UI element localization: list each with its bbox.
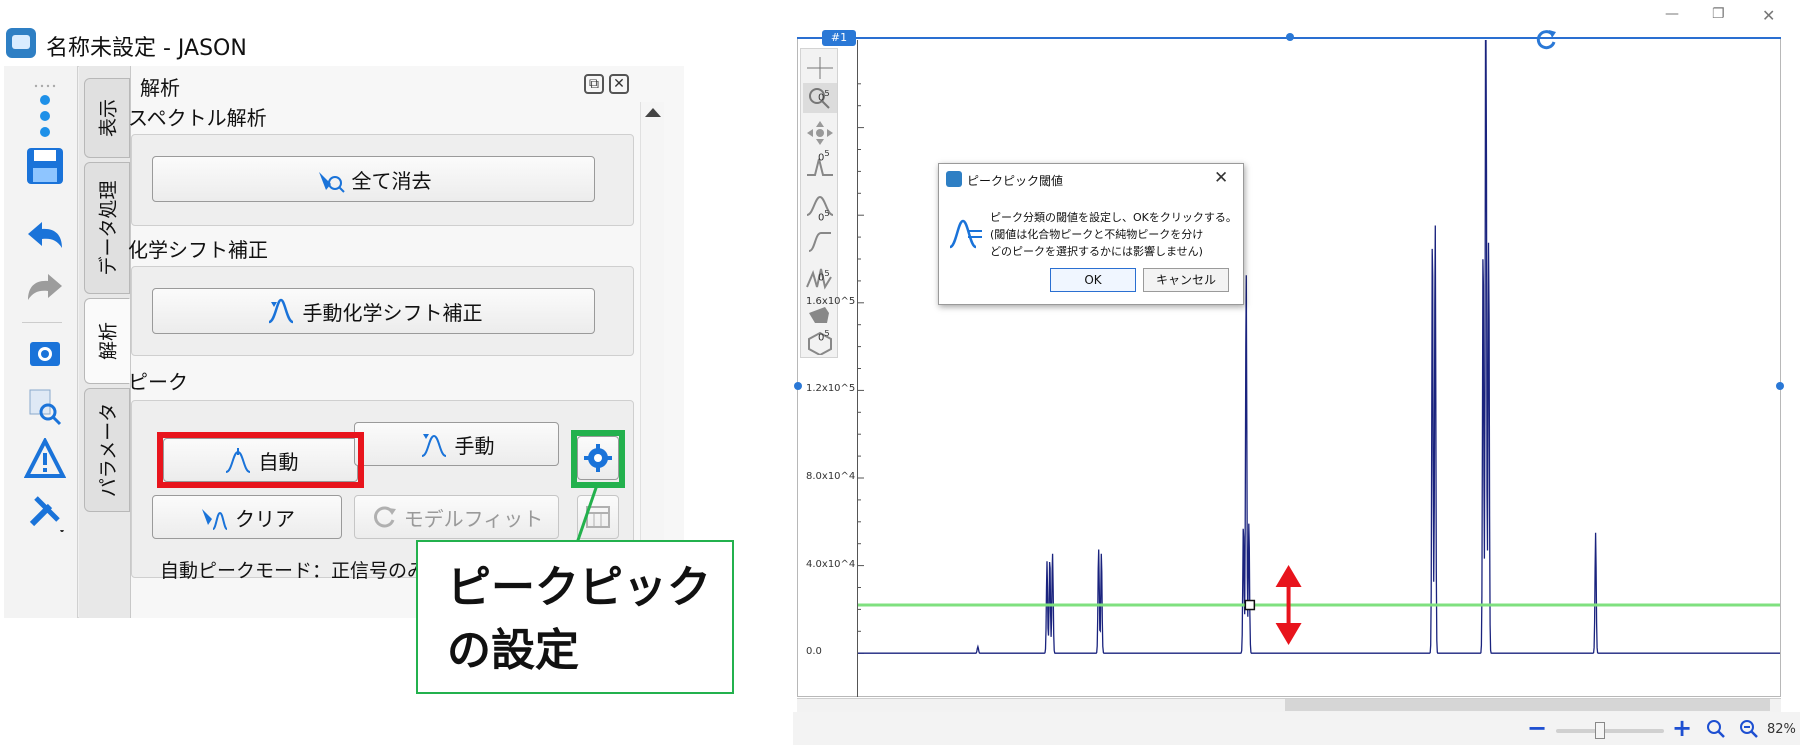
restore-window-button[interactable]: ❐ <box>1712 6 1725 22</box>
close-panel-button[interactable]: ✕ <box>609 74 629 94</box>
zoom-slider[interactable] <box>1556 729 1664 733</box>
screenshot-icon[interactable] <box>24 332 66 372</box>
auto-peak-mode-text: 自動ピークモード：正信号のみ <box>160 560 427 582</box>
minimize-window-button[interactable]: — <box>1665 6 1679 22</box>
callout-connector <box>575 485 599 543</box>
manual-peak-button[interactable]: 手動 <box>354 422 559 466</box>
dialog-cancel-button[interactable]: キャンセル <box>1143 268 1229 292</box>
crosshair-icon[interactable] <box>805 55 835 81</box>
manual-shift-button[interactable]: 手動化学シフト補正 <box>152 288 595 334</box>
dialog-title: ピークピック閾値 <box>967 174 1064 188</box>
tab-parameters[interactable]: パラメータ <box>84 388 130 512</box>
y-tick-label: 8.0x10^4 <box>806 471 856 482</box>
zoom-fit-icon[interactable] <box>1705 718 1727 740</box>
float-panel-button[interactable]: ⧉ <box>584 74 604 94</box>
clear-all-button[interactable]: 全て消去 <box>152 156 595 202</box>
clear-all-icon <box>318 172 345 193</box>
y-tick-label: 4.0x10^4 <box>806 558 856 570</box>
y-tick-label-clipped-3: 05 <box>818 208 830 224</box>
section-label-shift: 化学シフト補正 <box>128 238 268 262</box>
dialog-app-icon <box>946 171 962 187</box>
toolbar-divider <box>22 322 62 323</box>
callout-text: ピークピック の設定 <box>447 556 727 682</box>
dialog-message: ピーク分類の閾値を設定し、OKをクリックする。 (閾値は化合物ピークと不純物ピー… <box>990 211 1237 258</box>
pan-icon[interactable] <box>805 119 835 147</box>
panel-scrollbar[interactable] <box>640 102 664 612</box>
section-label-peak: ピーク <box>128 370 188 394</box>
dialog-ok-button[interactable]: OK <box>1050 268 1136 292</box>
scroll-up-arrow-icon[interactable] <box>645 108 661 117</box>
clear-peaks-button[interactable]: クリア <box>152 495 342 539</box>
zoom-out-button[interactable]: − <box>1527 714 1547 742</box>
section-label-spectrum: スペクトル解析 <box>128 106 267 130</box>
search-document-icon[interactable] <box>24 386 66 426</box>
close-window-button[interactable]: ✕ <box>1762 6 1775 25</box>
refresh-icon <box>373 506 396 528</box>
y-tick-label-clipped-1: 05 <box>818 88 830 104</box>
y-tick-label-clipped-4: 05 <box>818 268 830 284</box>
zoom-level: 82% <box>1767 722 1796 737</box>
warning-icon[interactable] <box>23 436 67 478</box>
tab-display[interactable]: 表示 <box>84 78 130 158</box>
y-tick-label: 0.0 <box>806 646 822 658</box>
zoom-in-button[interactable]: + <box>1672 714 1692 742</box>
manual-shift-icon <box>267 298 294 324</box>
spectrum-trace <box>858 40 1780 654</box>
resize-handle-left[interactable] <box>794 382 802 390</box>
panel-title: 解析 <box>140 76 180 100</box>
undo-icon[interactable] <box>24 214 66 254</box>
vertical-tab-strip: 表示 データ処理 解析 パラメータ <box>79 66 131 618</box>
y-tick-label: 1.6x10^5 <box>806 295 856 307</box>
peak-threshold-icon <box>949 219 982 249</box>
window-title: 名称未設定 - JASON <box>46 36 247 61</box>
model-fit-button[interactable]: モデルフィット <box>354 495 559 539</box>
plot-scroll-thumb[interactable] <box>1285 699 1770 711</box>
tools-icon[interactable] <box>24 490 66 534</box>
spectrum-chart[interactable] <box>858 40 1780 697</box>
app-logo-icon <box>6 28 36 58</box>
threshold-handle[interactable] <box>1244 599 1256 611</box>
settings-button-highlight <box>571 430 625 488</box>
save-icon[interactable] <box>24 146 66 186</box>
integral-icon[interactable] <box>805 227 835 255</box>
tab-data-processing[interactable]: データ処理 <box>84 162 130 294</box>
zoom-reset-icon[interactable] <box>1738 718 1760 740</box>
dialog-close-button[interactable]: ✕ <box>1214 168 1228 188</box>
clear-peaks-icon <box>202 509 228 530</box>
main-toolbar <box>4 66 78 618</box>
callout-line-2: の設定 <box>447 625 579 676</box>
y-tick-label-clipped-2: 05 <box>818 148 830 164</box>
more-options-icon[interactable] <box>24 92 66 140</box>
redo-icon[interactable] <box>24 266 66 306</box>
tab-analysis[interactable]: 解析 <box>84 298 130 384</box>
callout-line-1: ピークピック <box>447 562 711 613</box>
zoom-slider-thumb[interactable] <box>1595 722 1605 739</box>
manual-peak-icon <box>421 434 446 457</box>
auto-button-highlight <box>157 432 364 488</box>
y-tick-label-clipped-5: 05 <box>818 328 830 344</box>
plot-badge: #1 <box>822 30 856 46</box>
drag-handle-icon[interactable] <box>24 76 66 88</box>
y-axis-ticks <box>858 83 864 654</box>
y-tick-label: 1.2x10^5 <box>806 383 856 395</box>
